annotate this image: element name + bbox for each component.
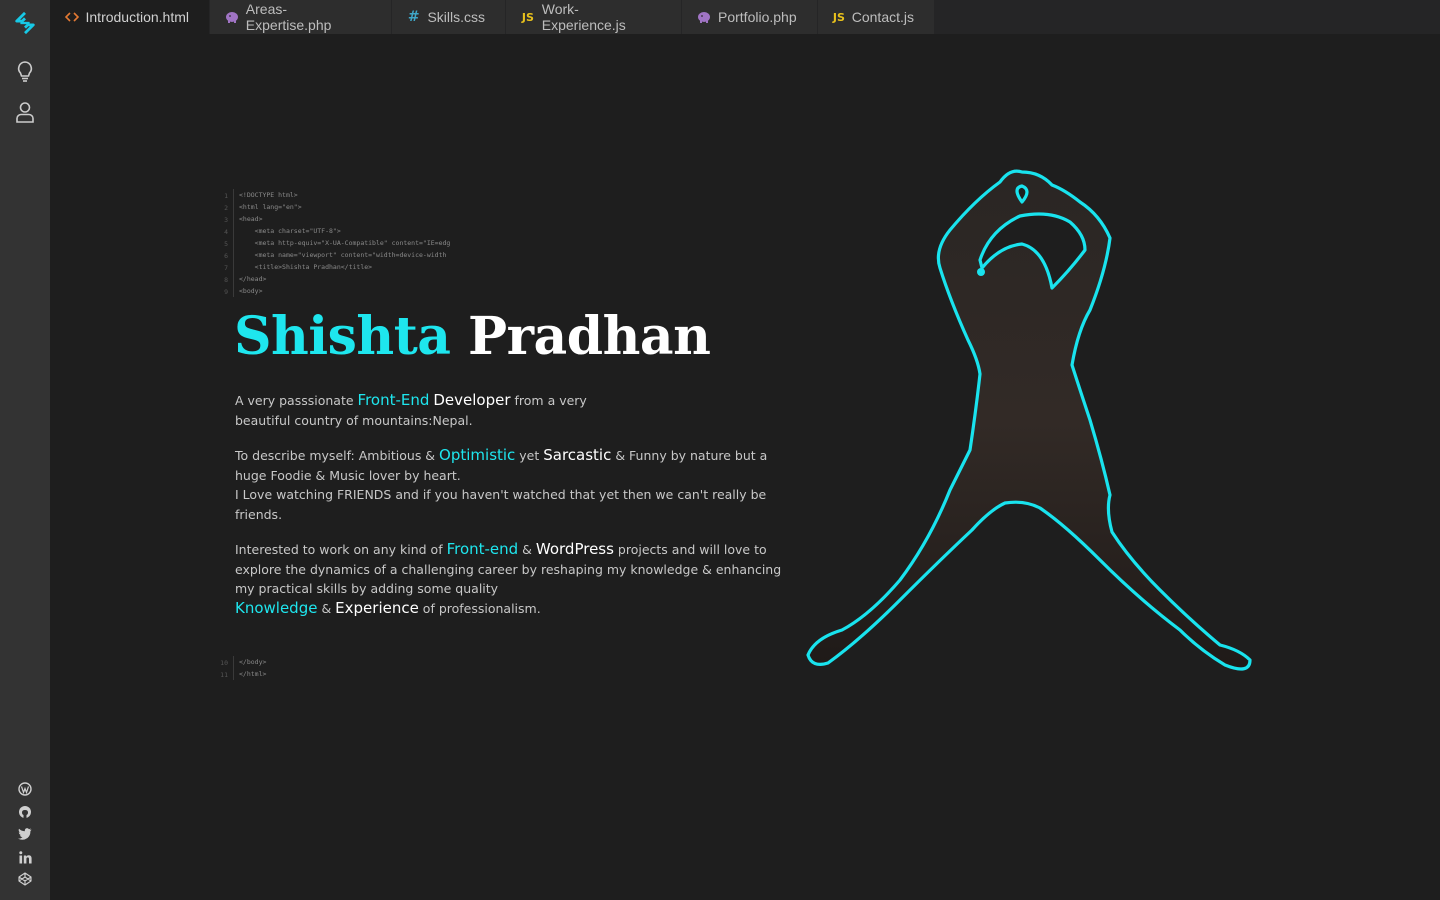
bio-text: &: [317, 600, 336, 616]
line-number: 3: [224, 216, 228, 224]
highlight-text: Optimistic: [439, 446, 516, 464]
line-number: 2: [224, 204, 228, 212]
line-number: 9: [224, 288, 228, 296]
code-line: </html>: [239, 670, 267, 678]
tab-skills[interactable]: # Skills.css: [392, 0, 506, 34]
logo-icon[interactable]: [13, 11, 37, 35]
bio-text: &: [518, 542, 536, 557]
code-line: <meta http-equiv="X-UA-Compatible" conte…: [239, 239, 451, 247]
line-number: 1: [224, 192, 228, 200]
bio-section: A very passsionate Front-End Developer f…: [235, 391, 790, 634]
highlight-text: Knowledge: [235, 598, 318, 617]
code-gutter-rule: [233, 189, 234, 297]
bio-paragraph-3: Interested to work on any kind of Front-…: [235, 540, 790, 618]
tab-portfolio[interactable]: Portfolio.php: [682, 0, 818, 34]
last-name: Pradhan: [468, 306, 711, 367]
line-number: 4: [224, 228, 228, 236]
highlight-text: Front-End: [357, 391, 430, 409]
codepen-icon[interactable]: [17, 871, 33, 887]
code-line: <meta name="viewport" content="width=dev…: [239, 251, 447, 259]
code-line: <title>Shishta Pradhan</title>: [239, 263, 373, 271]
highlight-text: Developer: [433, 391, 511, 409]
code-icon: [64, 12, 80, 22]
tab-contact[interactable]: JS Contact.js: [818, 0, 935, 34]
code-line: <body>: [239, 287, 263, 295]
line-number: 5: [224, 240, 228, 248]
line-number: 8: [224, 276, 228, 284]
tab-areas-expertise[interactable]: Areas-Expertise.php: [210, 0, 392, 34]
editor-tab-bar: Introduction.html Areas-Expertise.php # …: [50, 0, 1440, 34]
tab-introduction[interactable]: Introduction.html: [50, 0, 210, 34]
hash-icon: #: [407, 9, 420, 25]
github-icon[interactable]: [17, 804, 33, 820]
php-icon: [696, 11, 712, 23]
highlight-text: WordPress: [535, 540, 614, 558]
bio-text: I Love watching FRIENDS and if you haven…: [235, 487, 767, 522]
line-number: 6: [224, 252, 228, 260]
hero-name: Shishta Pradhan: [234, 306, 711, 367]
code-header-snippet: 1 2 3 4 5 6 7 8 9 <!DOCTYPE html> <html …: [220, 189, 460, 297]
hair-bun: [977, 268, 985, 276]
activity-sidebar: [0, 0, 50, 900]
jumping-person-illustration: [806, 169, 1252, 671]
tab-label: Areas-Expertise.php: [245, 1, 332, 33]
code-line: <!DOCTYPE html>: [239, 191, 298, 199]
first-name: Shishta: [234, 306, 451, 367]
bio-text: To describe myself: Ambitious &: [235, 448, 440, 463]
line-number: 11: [220, 671, 228, 679]
code-line: <head>: [239, 215, 263, 223]
highlight-text: Front-end: [446, 540, 519, 558]
tab-label: Work-Experience.js: [541, 1, 626, 33]
lightbulb-icon[interactable]: [13, 59, 37, 83]
tab-label: Introduction.html: [85, 9, 190, 25]
code-line: <html lang="en">: [239, 203, 302, 211]
tab-work-experience[interactable]: JS Work-Experience.js: [506, 0, 682, 34]
highlight-text: Experience: [335, 598, 419, 617]
line-number: 7: [224, 264, 228, 272]
bio-text: Interested to work on any kind of: [235, 542, 447, 557]
php-icon: [224, 11, 240, 23]
bio-text: yet: [515, 448, 544, 463]
bio-paragraph-1: A very passsionate Front-End Developer f…: [235, 391, 610, 430]
twitter-icon[interactable]: [17, 826, 33, 842]
js-icon: JS: [521, 10, 534, 24]
bio-text: of professionalism.: [418, 600, 541, 616]
wordpress-icon[interactable]: [17, 781, 33, 797]
tab-label: Skills.css: [427, 9, 485, 25]
code-footer-snippet: 10 11 </body> </html>: [220, 656, 320, 680]
bio-paragraph-2: To describe myself: Ambitious & Optimist…: [235, 446, 790, 524]
js-icon: JS: [832, 10, 845, 24]
tab-label: Contact.js: [851, 9, 914, 25]
line-number: 10: [220, 659, 228, 667]
code-line: <meta charset="UTF-8">: [239, 227, 341, 235]
user-icon[interactable]: [13, 100, 37, 124]
code-gutter-rule: [233, 656, 234, 680]
code-line: </head>: [239, 275, 267, 283]
tab-label: Portfolio.php: [718, 9, 797, 25]
linkedin-icon[interactable]: [17, 849, 33, 865]
bio-text: A very passsionate: [235, 393, 358, 408]
highlight-text: Sarcastic: [543, 446, 612, 464]
code-line: </body>: [239, 658, 267, 666]
